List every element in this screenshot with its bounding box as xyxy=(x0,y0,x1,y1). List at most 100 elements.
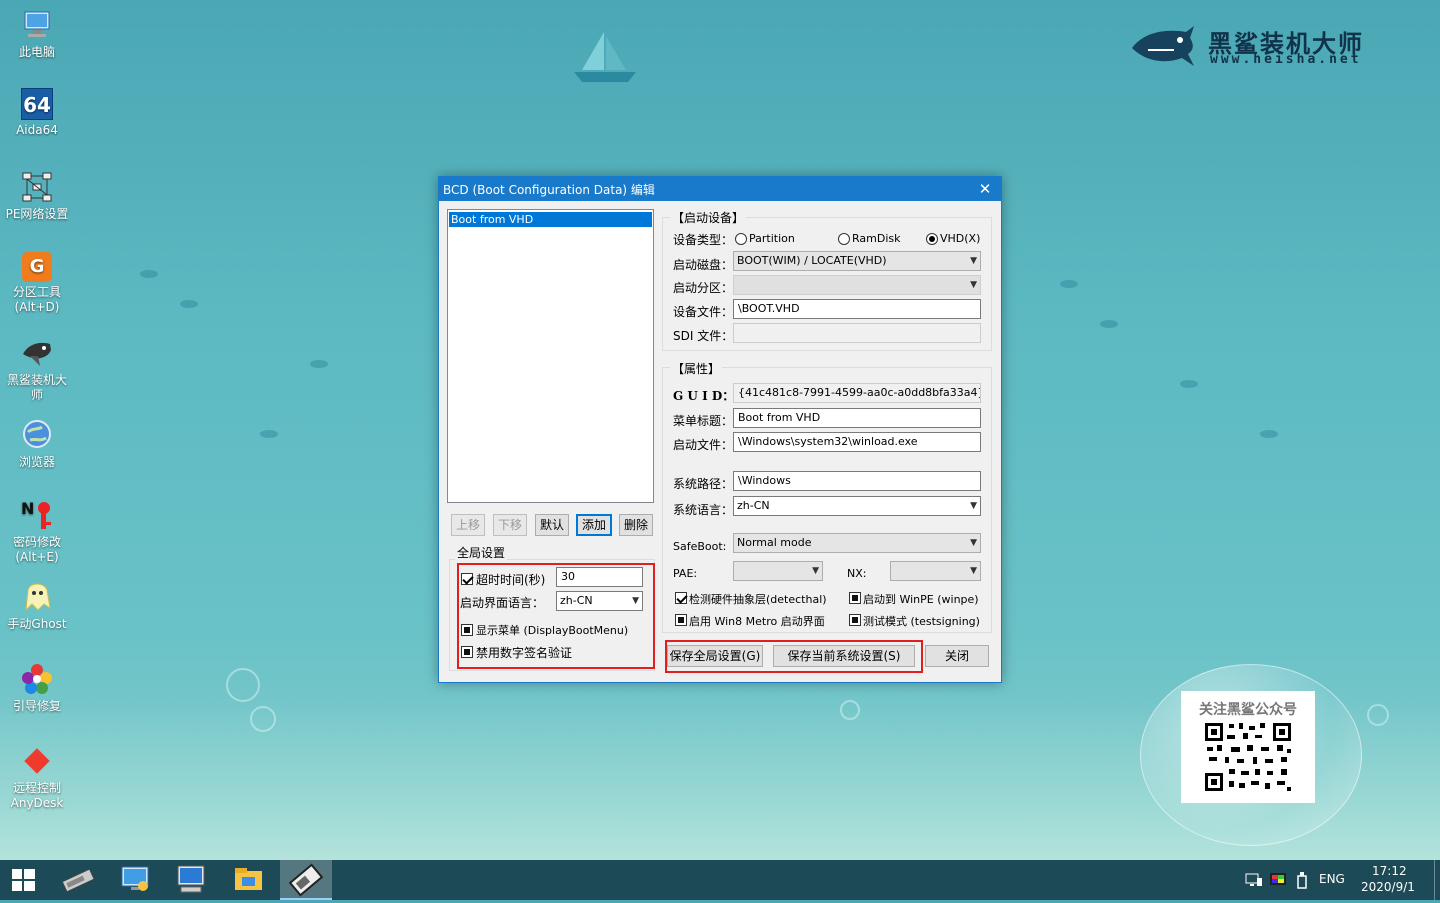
desktop-icon-pe-network[interactable]: PE网络设置 xyxy=(4,170,70,222)
usb-tray-icon[interactable] xyxy=(1297,871,1307,889)
sdi-file-label: SDI 文件： xyxy=(673,329,734,343)
nx-select[interactable]: ▼ xyxy=(890,561,981,581)
show-menu-checkbox[interactable] xyxy=(461,624,473,636)
desktop: 黑鲨装机大师 www.heisha.net 此电脑 64 Aida64 PE网络… xyxy=(0,0,1440,860)
desktop-icon-partition-tool[interactable]: G 分区工具 (Alt+D) xyxy=(4,252,70,315)
desktop-icon-heisha[interactable]: 黑鲨装机大 师 xyxy=(4,336,70,403)
properties-title: 【属性】 xyxy=(670,360,723,377)
disable-signature-label: 禁用数字签名验证 xyxy=(476,646,573,660)
guid-label: G U I D： xyxy=(673,389,735,403)
save-global-button[interactable]: 保存全局设置(G) xyxy=(667,645,763,667)
boot-disk-select[interactable]: BOOT(WIM) / LOCATE(VHD) ▼ xyxy=(733,251,981,271)
add-entry-button[interactable]: 添加 xyxy=(576,514,612,536)
qr-code-image xyxy=(1203,721,1293,793)
desktop-icon-label: 密码修改 (Alt+E) xyxy=(12,535,61,564)
bcd-editor-icon xyxy=(288,863,324,897)
desktop-icon-label: 分区工具 (Alt+D) xyxy=(12,285,61,314)
taskbar-network-monitor[interactable] xyxy=(167,860,215,900)
partition-tool-icon: G xyxy=(22,252,52,282)
radio-ramdisk-label: RamDisk xyxy=(852,232,901,245)
safeboot-select[interactable]: Normal mode ▼ xyxy=(733,533,981,553)
start-button[interactable] xyxy=(0,860,48,900)
sailboat-decoration xyxy=(574,32,636,82)
device-file-input[interactable]: \BOOT.VHD xyxy=(733,299,981,319)
radio-ramdisk[interactable] xyxy=(838,233,850,245)
fish-decoration xyxy=(1100,320,1118,328)
boot-lang-select[interactable]: zh-CN ▼ xyxy=(556,591,643,611)
desktop-icon-boot-repair[interactable]: 引导修复 xyxy=(4,662,70,714)
menu-title-input[interactable]: Boot from VHD xyxy=(733,408,981,428)
fish-decoration xyxy=(260,430,278,438)
global-settings-title: 全局设置 xyxy=(455,544,508,561)
network-icon xyxy=(20,170,54,204)
device-type-label: 设备类型： xyxy=(673,233,734,247)
move-down-button[interactable]: 下移 xyxy=(493,514,527,536)
chevron-down-icon: ▼ xyxy=(970,566,977,576)
network-monitor-icon xyxy=(177,865,205,893)
desktop-icon-password[interactable]: N 密码修改 (Alt+E) xyxy=(4,498,70,565)
desktop-icon-ghost[interactable]: 手动Ghost xyxy=(4,580,70,632)
boot-partition-select[interactable]: ▼ xyxy=(733,275,981,295)
input-language-indicator[interactable]: ENG xyxy=(1319,872,1345,886)
save-current-button[interactable]: 保存当前系统设置(S) xyxy=(773,645,915,667)
system-lang-label: 系统语言： xyxy=(673,503,734,517)
clock-time[interactable]: 17:12 xyxy=(1372,864,1407,878)
taskbar-disk-tool[interactable] xyxy=(54,860,102,900)
chevron-down-icon: ▼ xyxy=(970,501,977,511)
close-button[interactable]: 关闭 xyxy=(925,645,989,667)
desktop-icon-label: 浏览器 xyxy=(18,455,55,469)
system-path-input[interactable]: \Windows xyxy=(733,471,981,491)
boot-entry-list[interactable]: Boot from VHD xyxy=(447,209,654,503)
dialog-titlebar[interactable]: BCD (Boot Configuration Data) 编辑 ✕ xyxy=(439,177,1001,201)
delete-entry-button[interactable]: 删除 xyxy=(619,514,653,536)
boot-file-label: 启动文件： xyxy=(673,438,734,452)
fish-decoration xyxy=(140,270,158,278)
taskbar-system-settings[interactable] xyxy=(111,860,159,900)
pae-select[interactable]: ▼ xyxy=(733,561,823,581)
boot-lang-value: zh-CN xyxy=(560,594,593,607)
device-file-label: 设备文件： xyxy=(673,305,734,319)
desktop-icon-this-pc[interactable]: 此电脑 xyxy=(4,8,70,60)
desktop-icon-browser[interactable]: 浏览器 xyxy=(4,418,70,470)
list-item[interactable]: Boot from VHD xyxy=(449,212,652,227)
bubble-decoration xyxy=(1367,704,1389,726)
system-lang-select[interactable]: zh-CN ▼ xyxy=(733,496,981,516)
set-default-button[interactable]: 默认 xyxy=(535,514,569,536)
desktop-icon-anydesk[interactable]: 远程控制 AnyDesk xyxy=(4,744,70,811)
taskbar-bcd-editor[interactable] xyxy=(280,860,332,900)
disk-tool-icon xyxy=(61,868,95,893)
svg-text:N: N xyxy=(21,499,34,518)
boot-file-input[interactable]: \Windows\system32\winload.exe xyxy=(733,432,981,452)
bubble-decoration xyxy=(840,700,860,720)
dialog-title: BCD (Boot Configuration Data) 编辑 xyxy=(443,183,655,197)
aida64-icon: 64 xyxy=(21,88,53,120)
metro-checkbox[interactable] xyxy=(675,614,687,626)
safeboot-label: SafeBoot: xyxy=(673,540,727,553)
move-up-button[interactable]: 上移 xyxy=(451,514,485,536)
radio-vhd[interactable] xyxy=(926,233,938,245)
timeout-checkbox[interactable] xyxy=(461,573,473,585)
brand-url: www.heisha.net xyxy=(1210,52,1362,67)
system-settings-icon xyxy=(121,866,149,891)
show-desktop-button[interactable] xyxy=(1434,860,1440,900)
desktop-icon-label: 远程控制 AnyDesk xyxy=(10,781,64,810)
detecthal-checkbox[interactable] xyxy=(675,592,687,604)
disable-signature-checkbox[interactable] xyxy=(461,646,473,658)
radio-partition-label: Partition xyxy=(749,232,795,245)
winpe-checkbox[interactable] xyxy=(849,592,861,604)
desktop-icon-aida64[interactable]: 64 Aida64 xyxy=(4,88,70,138)
network-tray-icon[interactable] xyxy=(1245,872,1263,888)
radio-partition[interactable] xyxy=(735,233,747,245)
nx-label: NX: xyxy=(847,567,867,580)
testsigning-checkbox[interactable] xyxy=(849,614,861,626)
clock-date[interactable]: 2020/9/1 xyxy=(1361,880,1415,894)
display-tray-icon[interactable] xyxy=(1270,872,1286,888)
shark-logo-icon xyxy=(1132,26,1194,66)
guid-input[interactable]: {41c481c8-7991-4599-aa0c-a0dd8bfa33a4} xyxy=(733,383,981,403)
timeout-input[interactable]: 30 xyxy=(556,567,643,587)
taskbar-file-explorer[interactable] xyxy=(224,860,272,900)
sdi-file-input[interactable] xyxy=(733,323,981,343)
boot-disk-value: BOOT(WIM) / LOCATE(VHD) xyxy=(737,254,887,267)
qr-title: 关注黑鲨公众号 xyxy=(1199,702,1297,718)
close-icon[interactable]: ✕ xyxy=(969,177,1001,201)
